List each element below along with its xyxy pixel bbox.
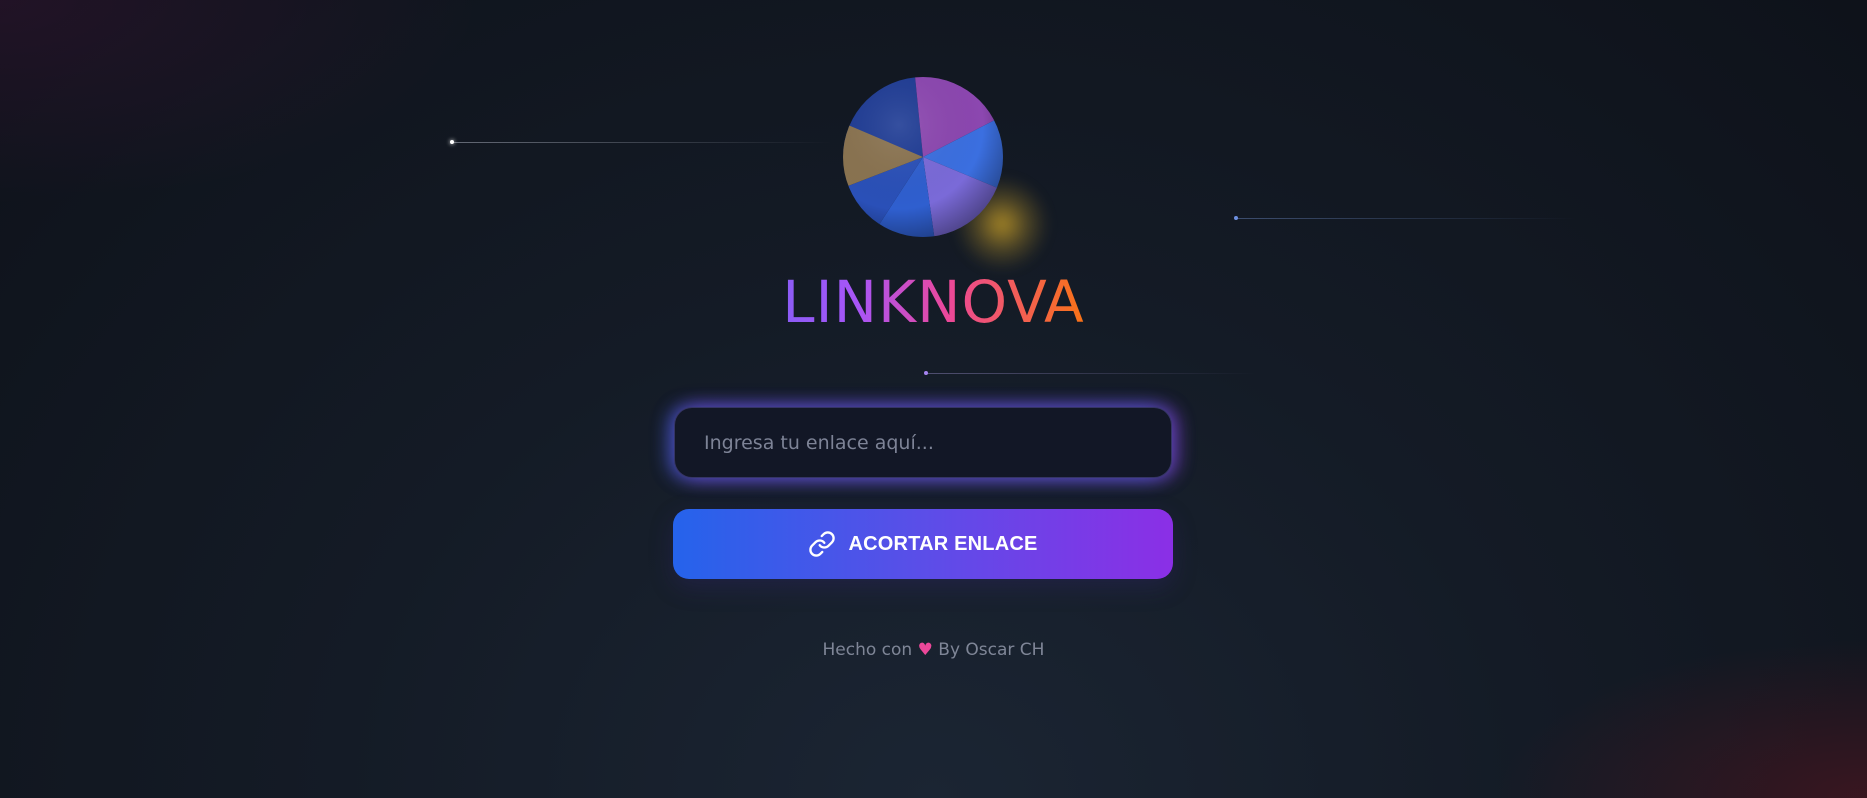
- url-input[interactable]: [675, 408, 1171, 477]
- footer-prefix: Hecho con: [822, 640, 913, 660]
- decorative-line: [1236, 218, 1576, 219]
- brand-name: LINKNOVA: [782, 268, 1085, 336]
- link-icon: [808, 530, 836, 558]
- decorative-line: [452, 142, 832, 143]
- logo-sphere-icon: [842, 76, 1004, 238]
- decorative-dot: [450, 140, 454, 144]
- brand-title: LINKNOVA: [0, 268, 1867, 336]
- footer-author: By Oscar CH: [938, 640, 1045, 660]
- footer-credit: Hecho con ♥ By Oscar CH: [0, 640, 1867, 660]
- heart-icon: ♥: [917, 640, 933, 660]
- decorative-line: [926, 373, 1256, 374]
- decorative-dot: [924, 371, 928, 375]
- shorten-link-button[interactable]: ACORTAR ENLACE: [673, 509, 1173, 579]
- url-input-container: [674, 407, 1172, 478]
- decorative-dot: [1234, 216, 1238, 220]
- shorten-link-label: ACORTAR ENLACE: [848, 532, 1038, 555]
